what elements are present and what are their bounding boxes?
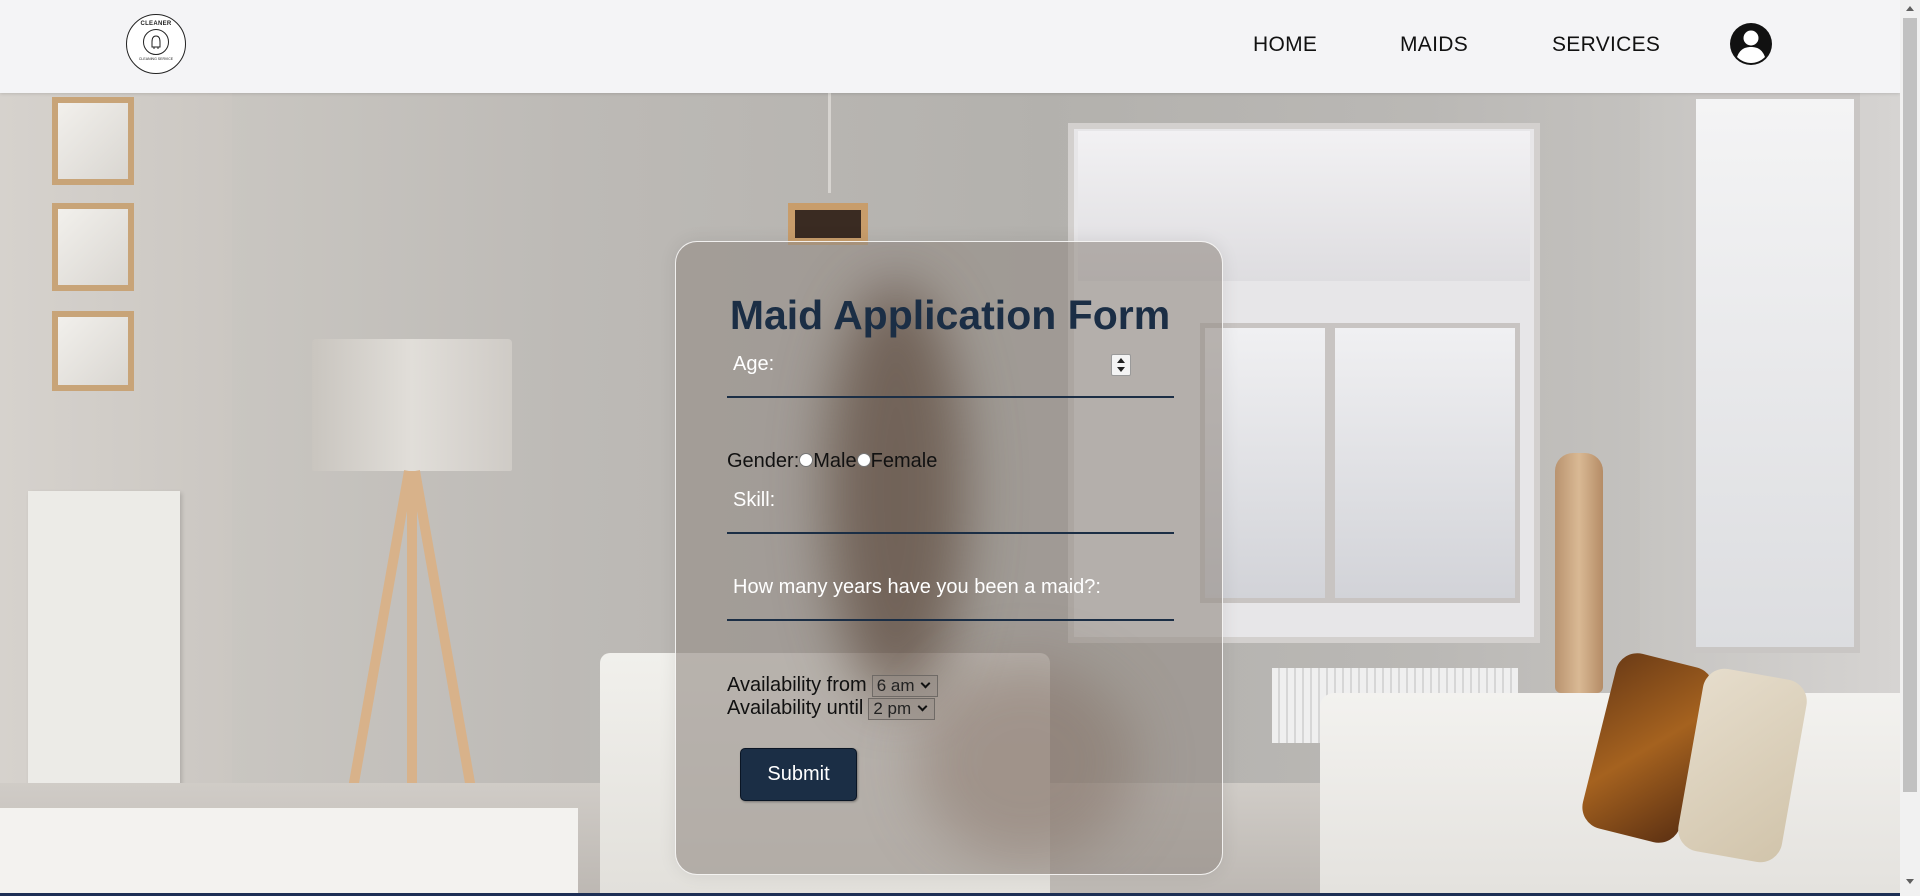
wall-frame [52,97,134,185]
floor-lamp-shade [312,339,512,471]
logo-text: CLEANER [140,21,172,27]
wall-canvas [28,491,180,799]
nav-maids-link[interactable]: MAIDS [1400,33,1468,57]
form-title: Maid Application Form [729,292,1171,338]
gender-female-radio[interactable] [856,453,871,467]
scrollbar-thumb[interactable] [1903,18,1917,792]
vertical-scrollbar[interactable] [1900,0,1920,896]
window-pane [1330,323,1520,603]
gender-group: Gender: Male Female [727,450,937,473]
logo-emblem-icon [143,29,169,55]
user-circle-icon[interactable] [1729,22,1773,66]
availability-until-value: 2 pm [873,698,912,718]
stepper-up-icon[interactable] [1117,358,1125,363]
nav-services-link[interactable]: SERVICES [1552,33,1660,57]
logo[interactable]: CLEANER CLEANING SERVICE [126,14,186,74]
maid-application-form: Maid Application Form Age: Gender: Male … [675,241,1223,875]
decor-boat [828,93,831,193]
gender-male-radio[interactable] [799,453,814,467]
gender-label: Gender: [727,450,800,472]
submit-button[interactable]: Submit [740,748,857,801]
sofa [0,808,578,893]
window [1690,93,1860,653]
availability-from-value: 6 am [876,675,915,695]
floor-lamp-leg [407,471,417,791]
gender-female-label[interactable]: Female [871,450,938,473]
wall-frame [52,311,134,391]
age-input[interactable] [727,336,1174,396]
chevron-down-icon [921,678,931,689]
gender-male-label[interactable]: Male [813,450,856,473]
scroll-down-icon[interactable] [1906,879,1914,884]
wood-sculpture [1555,453,1603,693]
stepper-down-icon[interactable] [1117,367,1125,372]
availability-until-label: Availability until [727,697,864,719]
availability-until-select[interactable]: 2 pm [868,697,936,720]
years-input[interactable] [727,559,1174,619]
scroll-up-icon[interactable] [1906,6,1914,11]
nav-home-link[interactable]: HOME [1253,33,1317,57]
availability-from-label: Availability from [727,674,867,696]
availability-from-select[interactable]: 6 am [871,674,939,697]
top-navbar: CLEANER CLEANING SERVICE HOME MAIDS SERV… [0,0,1900,93]
age-field-wrapper: Age: [727,336,1174,398]
skill-input[interactable] [727,472,1174,532]
card-glass-blur [916,662,1136,862]
skill-field-wrapper: Skill: [727,472,1174,534]
availability-until-row: Availability until 2 pm [727,697,936,720]
logo-subtext: CLEANING SERVICE [138,57,174,61]
years-field-wrapper: How many years have you been a maid?: [727,559,1174,621]
wall-frame [52,203,134,291]
chevron-down-icon [917,701,928,712]
age-stepper[interactable] [1111,354,1131,376]
decor-shelf [788,203,868,245]
availability-from-row: Availability from 6 am [727,674,939,697]
